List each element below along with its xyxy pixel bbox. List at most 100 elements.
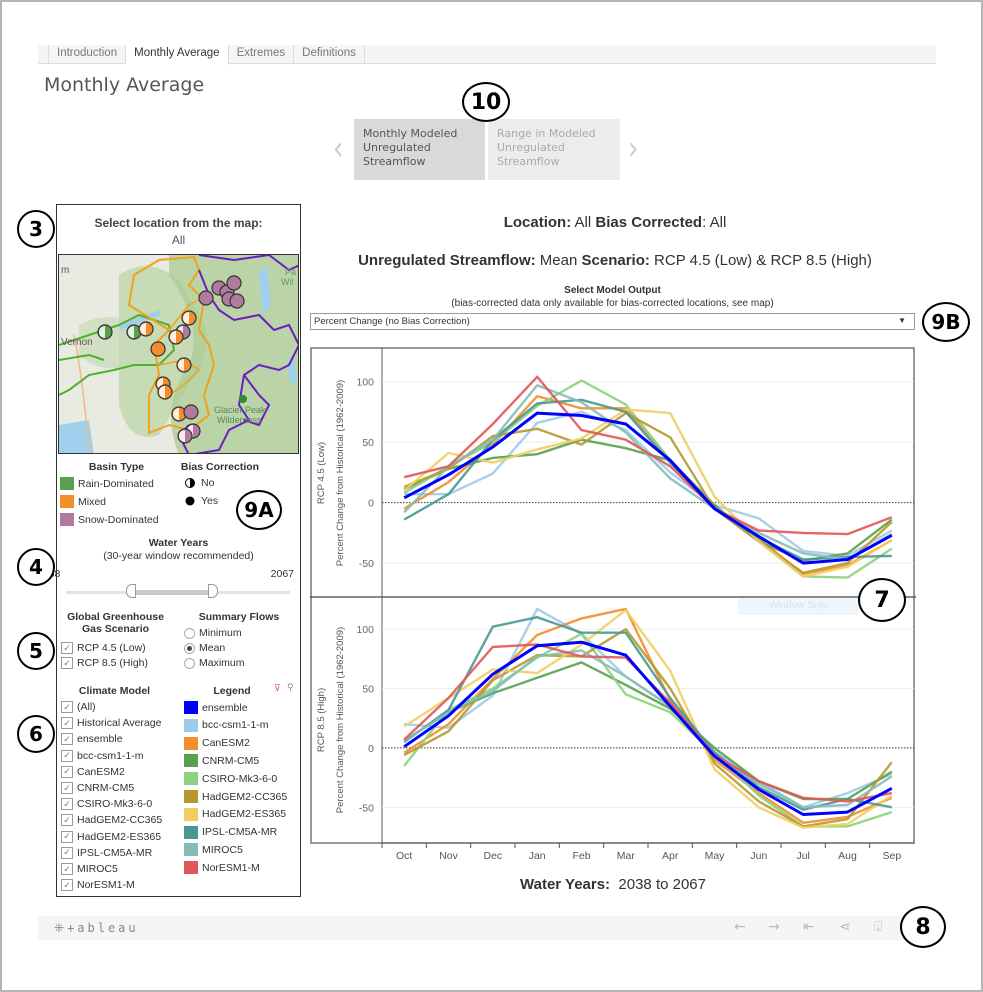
climate-model-checkbox[interactable]: ✓ bcc-csm1-1-m <box>61 749 144 762</box>
y-tick-label: -50 <box>359 802 374 814</box>
story-next-arrow-icon[interactable]: › <box>628 130 638 169</box>
legend-item[interactable]: IPSL-CM5A-MR <box>184 825 277 839</box>
climate-model-label: ensemble <box>77 733 123 746</box>
legend-item[interactable]: CNRM-CM5 <box>184 754 259 768</box>
series-line-IPSL-CM5A-MR[interactable] <box>403 616 893 811</box>
climate-model-label: (All) <box>77 701 96 713</box>
legend-item[interactable]: HadGEM2-ES365 <box>184 807 286 821</box>
x-tick-label: Dec <box>483 850 502 862</box>
map-location-point[interactable] <box>183 404 199 420</box>
map-location-point[interactable] <box>226 275 242 291</box>
series-line-ensemble[interactable] <box>403 640 893 816</box>
series-line-CSIRO-Mk3-6-0[interactable] <box>403 379 893 579</box>
climate-model-checkbox[interactable]: ✓ Historical Average <box>61 717 161 730</box>
ghg-rcp45-checkbox[interactable]: ✓ RCP 4.5 (Low) <box>61 642 146 654</box>
climate-model-checkbox[interactable]: ✓ MIROC5 <box>61 863 118 875</box>
climate-model-checkbox[interactable]: ✓ ensemble <box>61 733 123 746</box>
basin-type-label: Snow-Dominated <box>78 513 159 526</box>
climate-model-checkbox[interactable]: ✓ HadGEM2-CC365 <box>61 814 162 827</box>
checkbox-icon: ✓ <box>61 749 73 762</box>
bias-label: No <box>201 477 215 489</box>
legend-item[interactable]: CSIRO-Mk3-6-0 <box>184 772 277 786</box>
series-line-MIROC5[interactable] <box>403 649 893 809</box>
tab-introduction[interactable]: Introduction <box>48 45 127 64</box>
tab-monthly-average[interactable]: Monthly Average <box>126 45 229 65</box>
series-line-HadGEM2-ES365[interactable] <box>403 608 893 829</box>
climate-model-checkbox[interactable]: ✓ IPSL-CM5A-MR <box>61 846 152 859</box>
bias-yes[interactable]: Yes <box>185 495 218 507</box>
undo-icon[interactable]: ← <box>734 919 746 935</box>
climate-model-checkbox[interactable]: ✓ NorESM1-M <box>61 879 135 892</box>
legend-item[interactable]: bcc-csm1-1-m <box>184 718 269 732</box>
basin-type-title: Basin Type <box>88 461 145 473</box>
legend-item[interactable]: CanESM2 <box>184 736 250 750</box>
series-line-CSIRO-Mk3-6-0[interactable] <box>403 632 893 828</box>
series-line-NorESM1-M[interactable] <box>403 643 893 803</box>
legend-item[interactable]: MIROC5 <box>184 843 243 857</box>
ghg-rcp85-checkbox[interactable]: ✓ RCP 8.5 (High) <box>61 657 148 669</box>
x-tick-label: Mar <box>617 850 636 862</box>
checkbox-icon: ✓ <box>61 733 73 746</box>
checkbox-icon: ✓ <box>61 717 73 730</box>
share-icon[interactable]: ⋖ <box>839 919 851 935</box>
climate-model-checkbox[interactable]: ✓ CNRM-CM5 <box>61 782 134 794</box>
panel-title: RCP 8.5 (High) <box>316 688 327 752</box>
legend-item[interactable]: NorESM1-M <box>184 861 260 875</box>
clear-filter-icon[interactable]: ⊽ <box>274 684 281 694</box>
park-tree-icon <box>239 395 247 403</box>
map-location-point[interactable] <box>150 341 166 357</box>
basin-type-rain[interactable]: Rain-Dominated <box>60 477 154 490</box>
download-icon[interactable]: ⍗ <box>874 919 882 935</box>
story-point-monthly-modeled[interactable]: Monthly Modeled Unregulated Streamflow <box>354 119 485 180</box>
legend-item[interactable]: HadGEM2-CC365 <box>184 790 287 803</box>
series-line-CanESM2[interactable] <box>403 395 893 576</box>
series-line-HadGEM2-CC365[interactable] <box>403 627 893 828</box>
water-years-slider-range[interactable] <box>131 590 212 595</box>
search-icon[interactable]: ⚲ <box>287 683 294 693</box>
legend-swatch <box>184 861 198 875</box>
story-point-range-modeled[interactable]: Range in Modeled Unregulated Streamflow <box>488 119 620 180</box>
checkbox-icon: ✓ <box>61 701 73 713</box>
summary-mean-radio[interactable]: Mean <box>184 642 225 654</box>
checkbox-icon: ✓ <box>61 863 73 875</box>
story-prev-arrow-icon[interactable]: ‹ <box>333 130 343 169</box>
model-output-dropdown[interactable]: Percent Change (no Bias Correction) ▼ <box>310 313 915 330</box>
bias-label: Yes <box>201 495 219 507</box>
bias-no[interactable]: No <box>185 477 214 489</box>
redo-icon[interactable]: → <box>768 919 780 935</box>
tab-definitions[interactable]: Definitions <box>294 45 365 64</box>
slider-start-handle[interactable] <box>126 584 136 598</box>
model-output-selected: Percent Change (no Bias Correction) <box>314 316 470 327</box>
x-tick-label: Oct <box>396 850 412 862</box>
legend-swatch <box>184 754 198 768</box>
summary-maximum-radio[interactable]: Maximum <box>184 657 245 669</box>
panel-title: RCP 4.5 (Low) <box>316 442 327 504</box>
legend-label: bcc-csm1-1-m <box>202 719 269 732</box>
legend-swatch <box>184 701 198 714</box>
climate-model-checkbox[interactable]: ✓ CSIRO-Mk3-6-0 <box>61 798 152 811</box>
ghg-label: RCP 4.5 (Low) <box>77 642 146 654</box>
legend-item[interactable]: ensemble <box>184 701 248 714</box>
climate-model-label: MIROC5 <box>77 863 118 875</box>
summary-minimum-radio[interactable]: Minimum <box>184 627 242 639</box>
climate-model-checkbox[interactable]: ✓ HadGEM2-ES365 <box>61 830 161 843</box>
climate-model-checkbox[interactable]: ✓ CanESM2 <box>61 765 125 778</box>
slider-end-handle[interactable] <box>208 584 218 598</box>
map-location-point[interactable] <box>229 293 245 309</box>
basin-type-snow[interactable]: Snow-Dominated <box>60 513 159 526</box>
x-tick-label: Apr <box>662 850 679 862</box>
bias-correction-title: Bias Correction <box>180 461 260 473</box>
radio-selected-icon <box>184 642 195 654</box>
revert-icon[interactable]: ⇤ <box>803 919 815 935</box>
climate-model-checkbox[interactable]: ✓ (All) <box>61 701 96 713</box>
basin-type-mixed[interactable]: Mixed <box>60 495 106 508</box>
y-axis-label: Percent Change from Historical (1962-200… <box>335 627 346 813</box>
tab-extremes[interactable]: Extremes <box>229 45 295 64</box>
map-label-wil: Wil <box>281 277 294 287</box>
ghg-title: Global Greenhouse Gas Scenario <box>67 611 164 635</box>
y-tick-label: -50 <box>359 558 374 570</box>
radio-label: Maximum <box>199 657 245 669</box>
map-location-point[interactable] <box>198 290 214 306</box>
climate-model-label: CanESM2 <box>77 765 125 778</box>
location-map[interactable]: m Vernon Pa Wil Glacier Peak Wilderness <box>58 254 299 454</box>
